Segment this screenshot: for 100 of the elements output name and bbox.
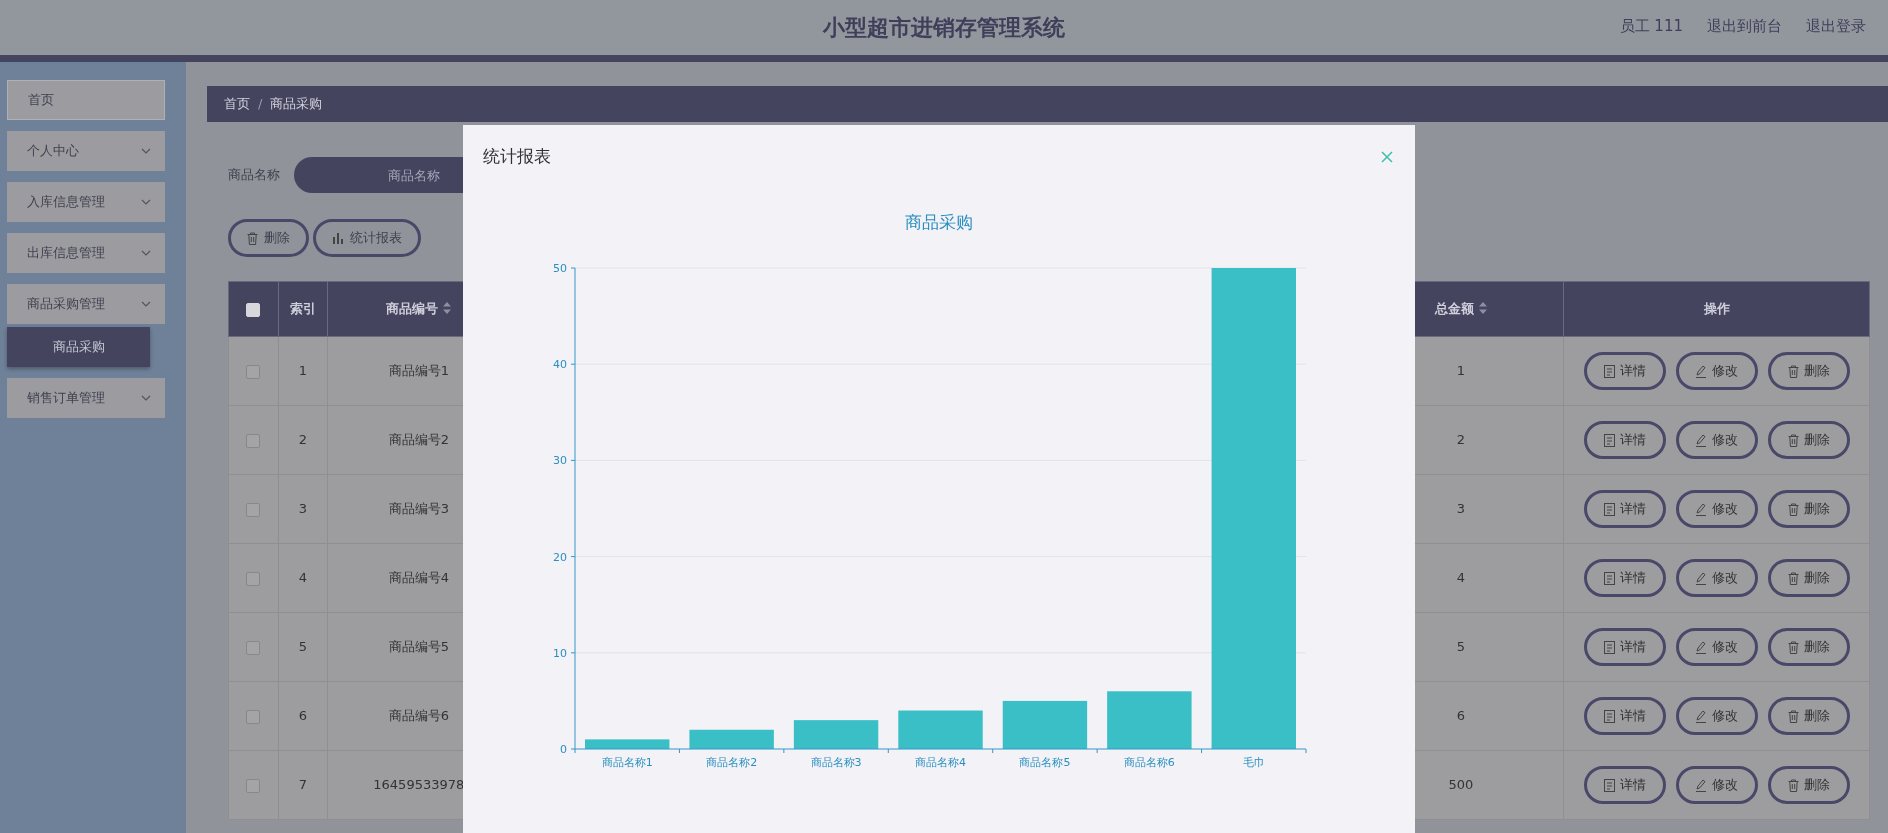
sidebar-item[interactable]: 销售订单管理: [7, 378, 165, 418]
row-checkbox[interactable]: [246, 709, 261, 724]
edit-button[interactable]: 修改: [1675, 628, 1758, 666]
delete-button[interactable]: 删除: [1767, 628, 1850, 666]
pencil-icon: [1695, 778, 1708, 792]
edit-button[interactable]: 修改: [1675, 697, 1758, 735]
document-icon: [1603, 709, 1615, 723]
edit-button[interactable]: 修改: [1675, 421, 1758, 459]
table-cell: 6: [298, 708, 308, 724]
select-all-checkbox[interactable]: [246, 302, 261, 317]
table-cell: 4: [298, 570, 308, 586]
breadcrumb-separator: /: [258, 95, 263, 114]
document-icon: [1603, 364, 1615, 378]
delete-button[interactable]: 删除: [1767, 490, 1850, 528]
chevron-down-icon: [141, 148, 151, 154]
sidebar-item[interactable]: 商品采购管理: [7, 284, 165, 324]
document-icon: [1603, 571, 1615, 585]
pencil-icon: [1695, 571, 1708, 585]
trash-icon: [1787, 778, 1799, 792]
row-checkbox[interactable]: [246, 502, 261, 517]
table-cell: 商品编号3: [388, 501, 449, 517]
chevron-down-icon: [141, 301, 151, 307]
table-cell: 7: [298, 777, 308, 793]
breadcrumb-item[interactable]: 首页: [224, 94, 250, 114]
pencil-icon: [1695, 364, 1708, 378]
row-checkbox[interactable]: [246, 571, 261, 586]
row-checkbox[interactable]: [246, 778, 261, 793]
table-cell: 4: [1456, 570, 1466, 586]
table-cell: 2: [298, 432, 308, 448]
chevron-down-icon: [141, 199, 151, 205]
chart-title: 商品采购: [905, 212, 973, 232]
edit-button[interactable]: 修改: [1675, 559, 1758, 597]
trash-icon: [1787, 640, 1799, 654]
axis-category-label: 商品名称5: [1019, 756, 1071, 769]
axis-category-label: 商品名称3: [810, 756, 862, 769]
detail-button[interactable]: 详情: [1583, 697, 1666, 735]
table-cell: 商品编号6: [388, 708, 449, 724]
axis-category-label: 商品名称2: [706, 756, 758, 769]
detail-button[interactable]: 详情: [1583, 421, 1666, 459]
row-checkbox[interactable]: [246, 640, 261, 655]
pencil-icon: [1695, 640, 1708, 654]
detail-button[interactable]: 详情: [1583, 628, 1666, 666]
sort-icon: [443, 302, 452, 315]
chevron-down-icon: [141, 395, 151, 401]
row-checkbox[interactable]: [246, 364, 261, 379]
delete-button[interactable]: 删除: [1767, 766, 1850, 804]
edit-button[interactable]: 修改: [1675, 766, 1758, 804]
axis-category-label: 商品名称4: [915, 756, 966, 769]
document-icon: [1603, 433, 1615, 447]
detail-button[interactable]: 详情: [1583, 352, 1666, 390]
trash-icon: [1787, 571, 1799, 585]
table-cell: 商品编号2: [388, 432, 449, 448]
edit-button[interactable]: 修改: [1675, 352, 1758, 390]
table-cell: 5: [298, 639, 308, 655]
trash-icon: [1787, 502, 1799, 516]
table-cell: 500: [1448, 777, 1474, 793]
document-icon: [1603, 778, 1615, 792]
delete-button[interactable]: 删除: [1767, 697, 1850, 735]
delete-button[interactable]: 删除: [228, 219, 309, 257]
axis-tick-label: 10: [553, 646, 567, 660]
report-button[interactable]: 统计报表: [313, 219, 421, 257]
table-cell: 2: [1456, 432, 1466, 448]
delete-button[interactable]: 删除: [1767, 559, 1850, 597]
breadcrumb-item[interactable]: 商品采购: [270, 94, 323, 114]
trash-icon: [247, 231, 258, 245]
detail-button[interactable]: 详情: [1583, 559, 1666, 597]
trash-icon: [1787, 709, 1799, 723]
axis-tick-label: 40: [553, 358, 567, 372]
axis-category-label: 商品名称1: [601, 756, 653, 769]
document-icon: [1603, 502, 1615, 516]
sidebar-item[interactable]: 个人中心: [7, 131, 165, 171]
table-cell: 1: [298, 363, 308, 379]
table-cell: 6: [1456, 708, 1466, 724]
table-cell: 16459533978: [373, 777, 465, 793]
table-cell: 商品编号4: [388, 570, 449, 586]
edit-button[interactable]: 修改: [1675, 490, 1758, 528]
delete-button[interactable]: 删除: [1767, 421, 1850, 459]
delete-button[interactable]: 删除: [1767, 352, 1850, 390]
table-cell: 3: [298, 501, 308, 517]
table-cell: 5: [1456, 639, 1466, 655]
pencil-icon: [1695, 709, 1708, 723]
sort-icon: [1479, 302, 1487, 315]
search-label: 商品名称: [228, 166, 280, 185]
row-checkbox[interactable]: [246, 433, 261, 448]
column-header: 操作: [1563, 281, 1870, 337]
pencil-icon: [1695, 433, 1708, 447]
close-button[interactable]: [1379, 149, 1395, 165]
sidebar-subitem[interactable]: 商品采购: [7, 327, 150, 367]
detail-button[interactable]: 详情: [1583, 490, 1666, 528]
chevron-down-icon: [141, 250, 151, 256]
table-cell: 3: [1456, 501, 1466, 517]
app-title: 小型超市进销存管理系统: [823, 14, 1065, 42]
table-cell: 商品编号5: [388, 639, 449, 655]
header-link[interactable]: 退出到前台: [1707, 15, 1782, 38]
sidebar-item[interactable]: 出库信息管理: [7, 233, 165, 273]
header-link[interactable]: 退出登录: [1806, 15, 1866, 38]
sidebar-item[interactable]: 入库信息管理: [7, 182, 165, 222]
detail-button[interactable]: 详情: [1583, 766, 1666, 804]
column-header: 索引: [278, 281, 328, 337]
axis-category-label: 商品名称6: [1123, 756, 1175, 769]
